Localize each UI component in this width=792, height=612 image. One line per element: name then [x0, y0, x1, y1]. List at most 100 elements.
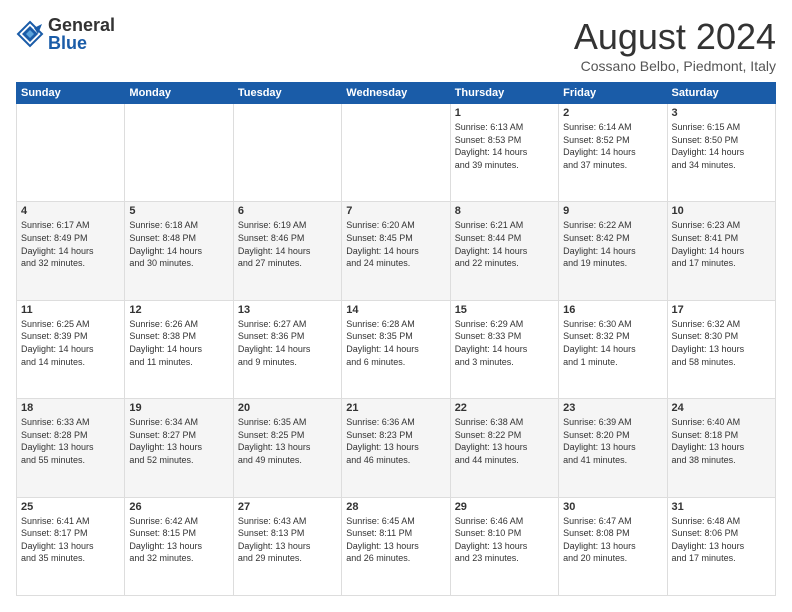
calendar-cell: 31 Sunrise: 6:48 AM Sunset: 8:06 PM Dayli… — [667, 497, 775, 595]
day-info: Sunrise: 6:19 AM Sunset: 8:46 PM Dayligh… — [238, 219, 337, 269]
calendar-table: Sunday Monday Tuesday Wednesday Thursday… — [16, 82, 776, 596]
day-info: Sunrise: 6:39 AM Sunset: 8:20 PM Dayligh… — [563, 416, 662, 466]
day-number: 5 — [129, 205, 228, 217]
day-info: Sunrise: 6:17 AM Sunset: 8:49 PM Dayligh… — [21, 219, 120, 269]
day-info: Sunrise: 6:43 AM Sunset: 8:13 PM Dayligh… — [238, 515, 337, 565]
calendar-cell: 6Sunrise: 6:19 AM Sunset: 8:46 PM Daylig… — [233, 202, 341, 300]
day-info: Sunrise: 6:21 AM Sunset: 8:44 PM Dayligh… — [455, 219, 554, 269]
calendar-week-2: 4 Sunrise: 6:17 AM Sunset: 8:49 PM Daylig… — [17, 202, 776, 300]
day-info: Sunrise: 6:32 AM Sunset: 8:30 PM Dayligh… — [672, 318, 771, 368]
day-number: 1 — [455, 107, 554, 119]
calendar-cell: 29 Sunrise: 6:46 AM Sunset: 8:10 PM Dayli… — [450, 497, 558, 595]
calendar-cell: 14 Sunrise: 6:28 AM Sunset: 8:35 PM Dayli… — [342, 300, 450, 398]
calendar-cell: 20Sunrise: 6:35 AM Sunset: 8:25 PM Dayli… — [233, 399, 341, 497]
col-thursday: Thursday — [450, 83, 558, 104]
calendar-cell: 25Sunrise: 6:41 AM Sunset: 8:17 PM Dayli… — [17, 497, 125, 595]
day-info: Sunrise: 6:33 AM Sunset: 8:28 PM Dayligh… — [21, 416, 120, 466]
calendar-cell — [233, 104, 341, 202]
calendar-cell: 7 Sunrise: 6:20 AM Sunset: 8:45 PM Daylig… — [342, 202, 450, 300]
day-number: 8 — [455, 205, 554, 217]
day-info: Sunrise: 6:47 AM Sunset: 8:08 PM Dayligh… — [563, 515, 662, 565]
calendar-cell: 26Sunrise: 6:42 AM Sunset: 8:15 PM Dayli… — [125, 497, 233, 595]
day-number: 12 — [129, 304, 228, 316]
day-number: 14 — [346, 304, 445, 316]
calendar-cell: 21 Sunrise: 6:36 AM Sunset: 8:23 PM Dayli… — [342, 399, 450, 497]
col-wednesday: Wednesday — [342, 83, 450, 104]
day-number: 3 — [672, 107, 771, 119]
calendar-cell: 18 Sunrise: 6:33 AM Sunset: 8:28 PM Dayli… — [17, 399, 125, 497]
day-number: 21 — [346, 402, 445, 414]
day-info: Sunrise: 6:45 AM Sunset: 8:11 PM Dayligh… — [346, 515, 445, 565]
day-number: 4 — [21, 205, 120, 217]
calendar-cell: 30Sunrise: 6:47 AM Sunset: 8:08 PM Dayli… — [559, 497, 667, 595]
day-info: Sunrise: 6:23 AM Sunset: 8:41 PM Dayligh… — [672, 219, 771, 269]
day-info: Sunrise: 6:29 AM Sunset: 8:33 PM Dayligh… — [455, 318, 554, 368]
day-number: 29 — [455, 501, 554, 513]
day-number: 13 — [238, 304, 337, 316]
header-row: Sunday Monday Tuesday Wednesday Thursday… — [17, 83, 776, 104]
calendar-cell: 15 Sunrise: 6:29 AM Sunset: 8:33 PM Dayli… — [450, 300, 558, 398]
calendar-cell: 12 Sunrise: 6:26 AM Sunset: 8:38 PM Dayli… — [125, 300, 233, 398]
col-monday: Monday — [125, 83, 233, 104]
calendar-week-5: 25Sunrise: 6:41 AM Sunset: 8:17 PM Dayli… — [17, 497, 776, 595]
day-info: Sunrise: 6:14 AM Sunset: 8:52 PM Dayligh… — [563, 121, 662, 171]
calendar-cell: 4 Sunrise: 6:17 AM Sunset: 8:49 PM Daylig… — [17, 202, 125, 300]
day-info: Sunrise: 6:41 AM Sunset: 8:17 PM Dayligh… — [21, 515, 120, 565]
day-info: Sunrise: 6:20 AM Sunset: 8:45 PM Dayligh… — [346, 219, 445, 269]
day-number: 15 — [455, 304, 554, 316]
day-info: Sunrise: 6:18 AM Sunset: 8:48 PM Dayligh… — [129, 219, 228, 269]
day-number: 9 — [563, 205, 662, 217]
day-info: Sunrise: 6:26 AM Sunset: 8:38 PM Dayligh… — [129, 318, 228, 368]
day-info: Sunrise: 6:35 AM Sunset: 8:25 PM Dayligh… — [238, 416, 337, 466]
location: Cossano Belbo, Piedmont, Italy — [574, 58, 776, 74]
calendar-cell: 17 Sunrise: 6:32 AM Sunset: 8:30 PM Dayli… — [667, 300, 775, 398]
calendar-cell: 2Sunrise: 6:14 AM Sunset: 8:52 PM Daylig… — [559, 104, 667, 202]
col-saturday: Saturday — [667, 83, 775, 104]
day-number: 11 — [21, 304, 120, 316]
day-info: Sunrise: 6:38 AM Sunset: 8:22 PM Dayligh… — [455, 416, 554, 466]
logo-icon — [16, 20, 44, 48]
calendar-cell: 3Sunrise: 6:15 AM Sunset: 8:50 PM Daylig… — [667, 104, 775, 202]
calendar-cell: 5 Sunrise: 6:18 AM Sunset: 8:48 PM Daylig… — [125, 202, 233, 300]
day-number: 10 — [672, 205, 771, 217]
calendar-cell: 13 Sunrise: 6:27 AM Sunset: 8:36 PM Dayli… — [233, 300, 341, 398]
day-number: 18 — [21, 402, 120, 414]
header: General Blue August 2024 Cossano Belbo, … — [16, 16, 776, 74]
day-info: Sunrise: 6:30 AM Sunset: 8:32 PM Dayligh… — [563, 318, 662, 368]
calendar-cell: 22 Sunrise: 6:38 AM Sunset: 8:22 PM Dayli… — [450, 399, 558, 497]
day-info: Sunrise: 6:22 AM Sunset: 8:42 PM Dayligh… — [563, 219, 662, 269]
month-title: August 2024 — [574, 16, 776, 58]
calendar-cell: 24Sunrise: 6:40 AM Sunset: 8:18 PM Dayli… — [667, 399, 775, 497]
logo-text: General Blue — [48, 16, 115, 52]
day-info: Sunrise: 6:27 AM Sunset: 8:36 PM Dayligh… — [238, 318, 337, 368]
day-number: 17 — [672, 304, 771, 316]
day-info: Sunrise: 6:48 AM Sunset: 8:06 PM Dayligh… — [672, 515, 771, 565]
day-info: Sunrise: 6:36 AM Sunset: 8:23 PM Dayligh… — [346, 416, 445, 466]
day-number: 19 — [129, 402, 228, 414]
calendar-cell: 28 Sunrise: 6:45 AM Sunset: 8:11 PM Dayli… — [342, 497, 450, 595]
day-number: 22 — [455, 402, 554, 414]
logo: General Blue — [16, 16, 115, 52]
calendar-cell: 23Sunrise: 6:39 AM Sunset: 8:20 PM Dayli… — [559, 399, 667, 497]
title-area: August 2024 Cossano Belbo, Piedmont, Ita… — [574, 16, 776, 74]
page: General Blue August 2024 Cossano Belbo, … — [0, 0, 792, 612]
calendar-week-3: 11 Sunrise: 6:25 AM Sunset: 8:39 PM Dayli… — [17, 300, 776, 398]
day-info: Sunrise: 6:28 AM Sunset: 8:35 PM Dayligh… — [346, 318, 445, 368]
day-number: 7 — [346, 205, 445, 217]
logo-blue-text: Blue — [48, 34, 115, 52]
calendar-week-1: 1 Sunrise: 6:13 AM Sunset: 8:53 PM Daylig… — [17, 104, 776, 202]
day-number: 31 — [672, 501, 771, 513]
day-info: Sunrise: 6:46 AM Sunset: 8:10 PM Dayligh… — [455, 515, 554, 565]
day-number: 26 — [129, 501, 228, 513]
calendar-cell: 27 Sunrise: 6:43 AM Sunset: 8:13 PM Dayli… — [233, 497, 341, 595]
day-number: 16 — [563, 304, 662, 316]
day-info: Sunrise: 6:25 AM Sunset: 8:39 PM Dayligh… — [21, 318, 120, 368]
day-info: Sunrise: 6:13 AM Sunset: 8:53 PM Dayligh… — [455, 121, 554, 171]
day-number: 24 — [672, 402, 771, 414]
calendar-cell: 10 Sunrise: 6:23 AM Sunset: 8:41 PM Dayli… — [667, 202, 775, 300]
calendar-cell — [17, 104, 125, 202]
day-info: Sunrise: 6:34 AM Sunset: 8:27 PM Dayligh… — [129, 416, 228, 466]
day-number: 28 — [346, 501, 445, 513]
day-number: 27 — [238, 501, 337, 513]
calendar-week-4: 18 Sunrise: 6:33 AM Sunset: 8:28 PM Dayli… — [17, 399, 776, 497]
